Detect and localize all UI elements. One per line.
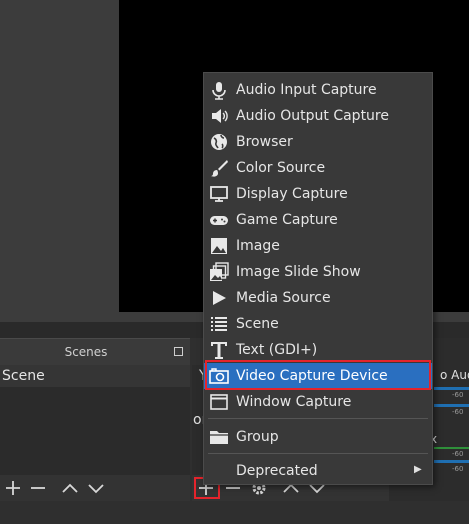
- menu-item-game-capture[interactable]: Game Capture: [204, 207, 432, 233]
- volume-meter: [434, 404, 469, 407]
- menu-item-display-capture[interactable]: Display Capture: [204, 181, 432, 207]
- add-scene-icon[interactable]: [4, 479, 22, 497]
- window-icon: [210, 394, 228, 410]
- meter-tick: -60: [452, 408, 464, 416]
- folder-icon: [210, 431, 228, 444]
- menu-item-window-capture[interactable]: Window Capture: [204, 389, 432, 415]
- menu-item-media-source[interactable]: Media Source: [204, 285, 432, 311]
- brush-icon: [211, 160, 228, 177]
- text-icon: [211, 342, 227, 359]
- menu-item-audio-input-capture[interactable]: Audio Input Capture: [204, 77, 432, 103]
- annotation-highlight-box: [205, 360, 431, 390]
- scene-name: Scene: [2, 368, 45, 384]
- move-scene-down-icon[interactable]: [87, 479, 105, 497]
- menu-item-group[interactable]: Group: [204, 424, 432, 450]
- status-area: [0, 501, 469, 524]
- scenes-dock-title: Scenes: [64, 345, 108, 359]
- scenes-list[interactable]: Scene: [0, 365, 190, 475]
- list-icon: [211, 317, 227, 331]
- preview-side-panel: [0, 0, 119, 322]
- meter-tick: -60: [452, 391, 464, 399]
- remove-scene-icon[interactable]: [29, 479, 47, 497]
- submenu-arrow-icon: ▶: [414, 464, 422, 475]
- volume-meter: [434, 387, 469, 390]
- menu-item-image-slide-show[interactable]: Image Slide Show: [204, 259, 432, 285]
- menu-item-browser[interactable]: Browser: [204, 129, 432, 155]
- image-icon: [211, 238, 227, 254]
- meter-tick: -60: [452, 450, 464, 458]
- menu-item-deprecated[interactable]: Deprecated ▶: [204, 458, 432, 484]
- play-icon: [213, 291, 226, 305]
- scenes-dock-header: Scenes: [0, 338, 190, 365]
- monitor-icon: [210, 186, 228, 202]
- speaker-icon: [212, 109, 228, 123]
- volume-meter: [434, 460, 469, 463]
- scene-list-item[interactable]: Scene: [0, 365, 190, 387]
- undock-icon[interactable]: [174, 347, 183, 356]
- menu-item-color-source[interactable]: Color Source: [204, 155, 432, 181]
- globe-icon: [211, 134, 227, 150]
- menu-item-audio-output-capture[interactable]: Audio Output Capture: [204, 103, 432, 129]
- volume-meter: [434, 447, 469, 449]
- slideshow-icon: [210, 262, 229, 281]
- microphone-icon: [212, 82, 226, 100]
- gamepad-icon: [210, 216, 228, 225]
- add-source-menu: Audio Input Capture Audio Output Capture…: [203, 72, 433, 485]
- meter-tick: -60: [452, 465, 464, 473]
- mixer-channel-label: o Audi: [440, 368, 469, 382]
- menu-item-scene[interactable]: Scene: [204, 311, 432, 337]
- move-scene-up-icon[interactable]: [61, 479, 79, 497]
- menu-item-image[interactable]: Image: [204, 233, 432, 259]
- menu-separator: [208, 453, 428, 454]
- scenes-toolbar: [0, 475, 190, 501]
- menu-separator: [208, 418, 428, 419]
